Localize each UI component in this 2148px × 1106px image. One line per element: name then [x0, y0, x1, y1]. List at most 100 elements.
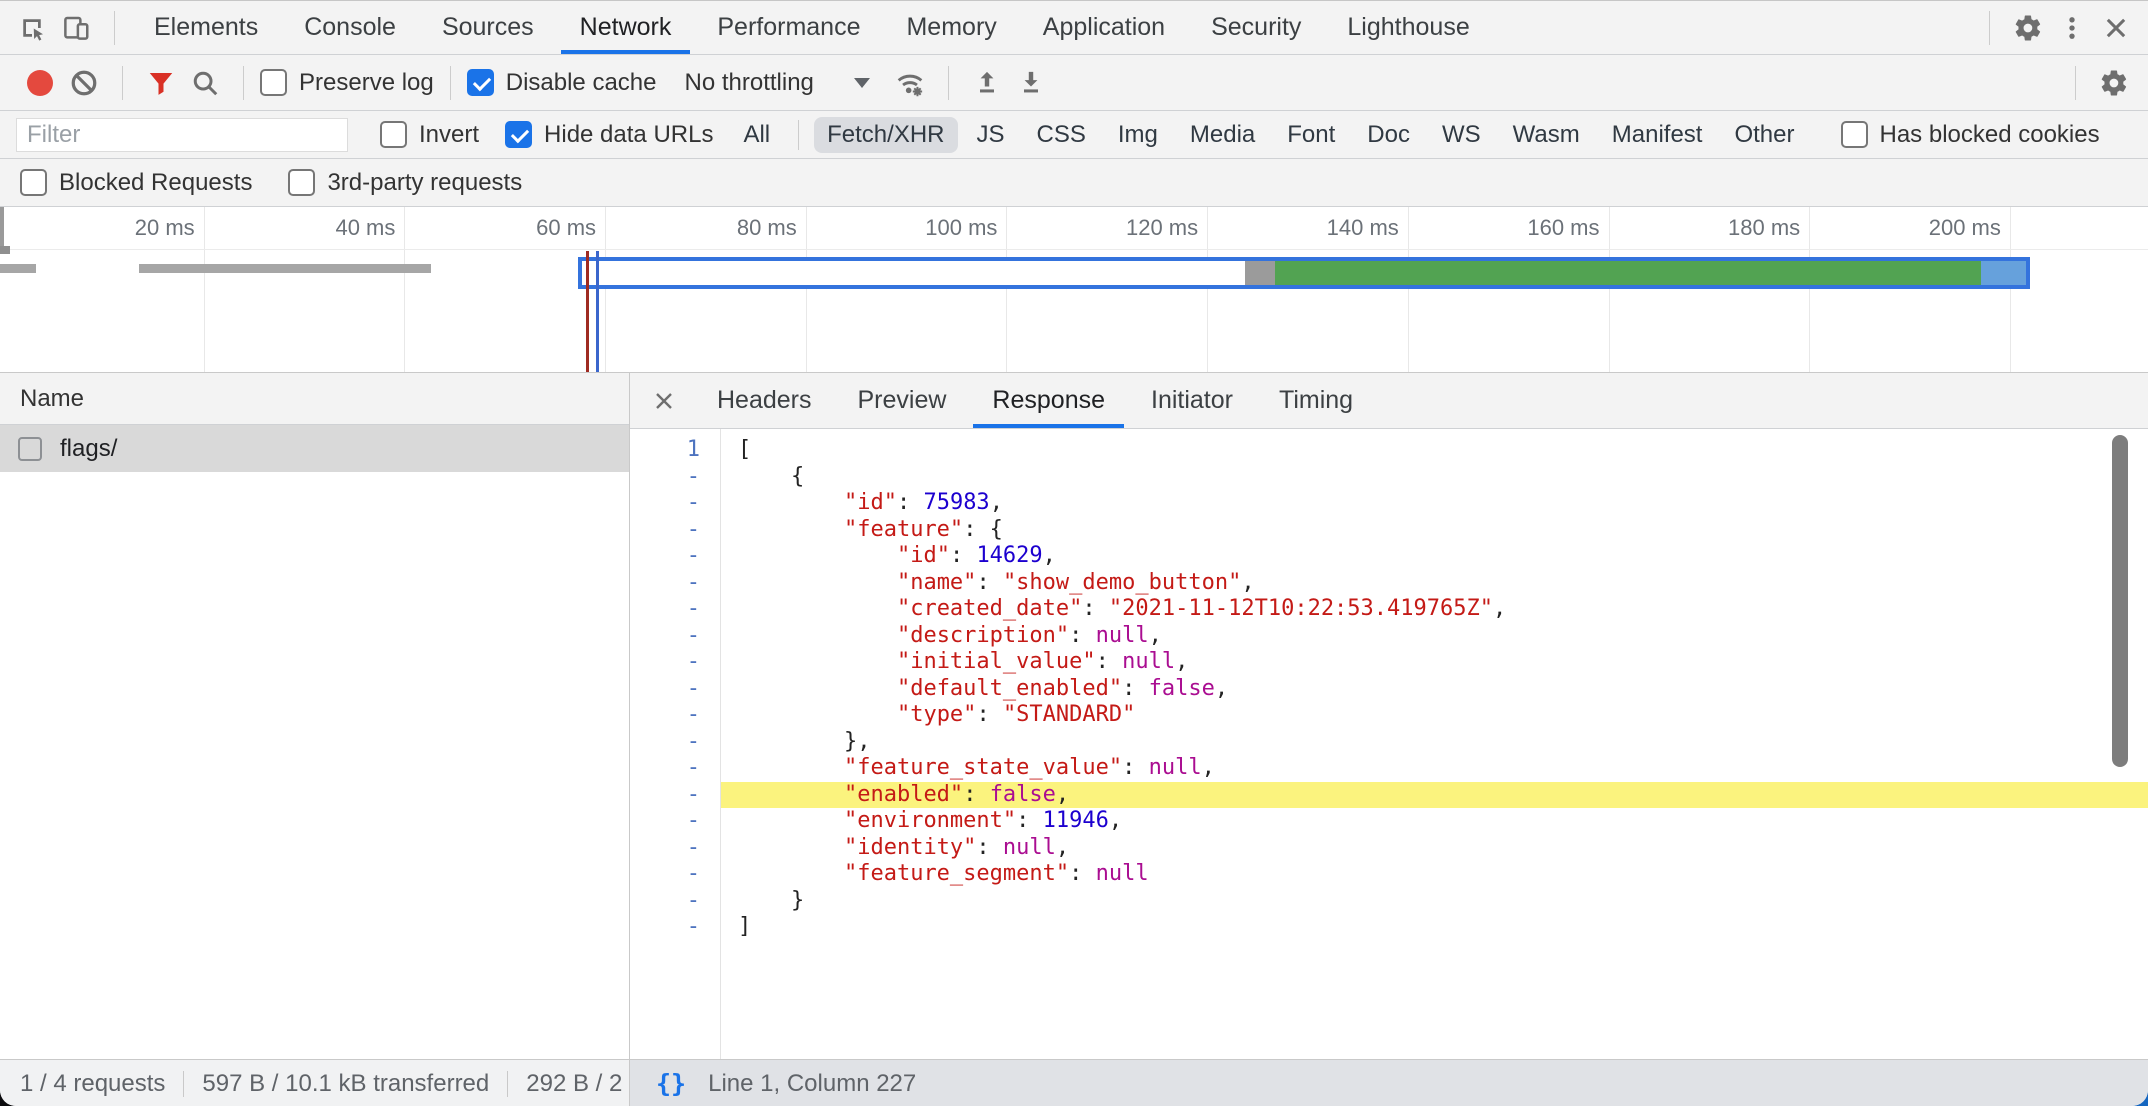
close-devtools-icon[interactable] [2094, 6, 2138, 50]
filter-type-other[interactable]: Other [1721, 117, 1807, 153]
scrollbar-thumb[interactable] [2112, 435, 2128, 767]
token: ] [738, 914, 751, 939]
network-settings-gear-icon[interactable] [2092, 61, 2136, 105]
invert-checkbox[interactable]: Invert [380, 121, 479, 149]
filter-input[interactable] [16, 118, 348, 152]
filter-type-all[interactable]: All [730, 117, 783, 153]
token: , [1241, 570, 1254, 595]
tab-performance[interactable]: Performance [694, 1, 883, 54]
line-number: - [630, 782, 720, 809]
throttling-dropdown[interactable]: No throttling [684, 69, 869, 97]
device-toolbar-icon[interactable] [54, 6, 98, 50]
export-har-icon[interactable] [1009, 61, 1053, 105]
filter-type-img[interactable]: Img [1105, 117, 1171, 153]
tab-sources[interactable]: Sources [419, 1, 557, 54]
pretty-print-icon[interactable]: {} [656, 1069, 686, 1098]
clear-icon[interactable] [62, 61, 106, 105]
code-text: { [720, 464, 2148, 491]
third-party-requests-checkbox[interactable]: 3rd-party requests [288, 169, 522, 197]
ruler-tick: 120 ms [1007, 207, 1208, 372]
options-row: Blocked Requests 3rd-party requests [0, 159, 2148, 207]
detail-tab-headers[interactable]: Headers [694, 373, 835, 428]
ruler-tick: 180 ms [1610, 207, 1811, 372]
has-blocked-cookies-checkbox[interactable]: Has blocked cookies [1841, 121, 2100, 149]
code-text: "type": "STANDARD" [720, 702, 2148, 729]
filter-type-ws[interactable]: WS [1429, 117, 1494, 153]
preserve-log-checkbox[interactable]: Preserve log [260, 69, 434, 97]
blocked-requests-checkbox[interactable]: Blocked Requests [20, 169, 252, 197]
token [738, 490, 844, 515]
token [738, 543, 897, 568]
divider [507, 1071, 508, 1097]
detail-tab-preview[interactable]: Preview [835, 373, 970, 428]
line-number: - [630, 702, 720, 729]
tab-console[interactable]: Console [281, 1, 419, 54]
code-text: }, [720, 729, 2148, 756]
tab-application[interactable]: Application [1020, 1, 1188, 54]
network-conditions-icon[interactable] [888, 61, 932, 105]
network-overview[interactable]: 20 ms40 ms60 ms80 ms100 ms120 ms140 ms16… [0, 207, 2148, 373]
token: 11946 [1043, 808, 1109, 833]
checkbox[interactable] [288, 169, 315, 196]
inspect-icon[interactable] [10, 6, 54, 50]
request-detail-panel: HeadersPreviewResponseInitiatorTiming 1[… [630, 373, 2148, 1059]
line-number: - [630, 517, 720, 544]
import-har-icon[interactable] [965, 61, 1009, 105]
close-detail-icon[interactable] [630, 389, 694, 413]
record-icon[interactable] [18, 61, 62, 105]
detail-tab-initiator[interactable]: Initiator [1128, 373, 1256, 428]
code-line: - "enabled": false, [630, 782, 2148, 809]
resource-type-filters: All Fetch/XHRJSCSSImgMediaFontDocWSWasmMa… [727, 117, 1810, 153]
checkbox[interactable] [467, 69, 494, 96]
tab-lighthouse[interactable]: Lighthouse [1324, 1, 1492, 54]
checkbox[interactable] [20, 169, 47, 196]
divider [798, 120, 799, 150]
request-bar [139, 264, 431, 273]
filter-type-js[interactable]: JS [964, 117, 1018, 153]
request-row-flags[interactable]: flags/ [0, 425, 629, 472]
more-menu-icon[interactable] [2050, 6, 2094, 50]
request-checkbox[interactable] [18, 437, 42, 461]
filter-type-doc[interactable]: Doc [1354, 117, 1423, 153]
token: , [1043, 543, 1056, 568]
checkbox[interactable] [505, 121, 532, 148]
detail-tab-timing[interactable]: Timing [1256, 373, 1376, 428]
name-column-header[interactable]: Name [0, 373, 629, 425]
filter-type-manifest[interactable]: Manifest [1599, 117, 1716, 153]
line-number: - [630, 835, 720, 862]
token [738, 596, 897, 621]
checkbox[interactable] [1841, 121, 1868, 148]
line-number: - [630, 570, 720, 597]
settings-gear-icon[interactable] [2006, 6, 2050, 50]
filter-funnel-icon[interactable] [139, 61, 183, 105]
detail-tab-response[interactable]: Response [969, 373, 1128, 428]
search-icon[interactable] [183, 61, 227, 105]
code-line: - "feature": { [630, 517, 2148, 544]
third-party-requests-label: 3rd-party requests [327, 169, 522, 197]
tab-elements[interactable]: Elements [131, 1, 281, 54]
has-blocked-cookies-label: Has blocked cookies [1880, 121, 2100, 149]
checkbox[interactable] [380, 121, 407, 148]
token: "description" [897, 623, 1069, 648]
preserve-log-label: Preserve log [299, 69, 434, 97]
waterfall-stalled-segment [1245, 261, 1275, 285]
tab-memory[interactable]: Memory [883, 1, 1019, 54]
code-text: } [720, 888, 2148, 915]
filter-type-wasm[interactable]: Wasm [1500, 117, 1593, 153]
selected-request-bar[interactable] [578, 257, 2030, 289]
checkbox[interactable] [260, 69, 287, 96]
token: "2021-11-12T10:22:53.419765Z" [1109, 596, 1493, 621]
tab-network[interactable]: Network [557, 1, 695, 54]
hide-data-urls-checkbox[interactable]: Hide data URLs [505, 121, 713, 149]
filter-type-font[interactable]: Font [1274, 117, 1348, 153]
filter-type-media[interactable]: Media [1177, 117, 1268, 153]
filter-type-css[interactable]: CSS [1024, 117, 1099, 153]
disable-cache-checkbox[interactable]: Disable cache [467, 69, 657, 97]
token: "enabled" [844, 782, 963, 807]
line-number: - [630, 676, 720, 703]
token: : [976, 835, 1003, 860]
tab-security[interactable]: Security [1188, 1, 1324, 54]
load-event-line [586, 251, 589, 372]
token: , [1056, 835, 1069, 860]
filter-type-fetch-xhr[interactable]: Fetch/XHR [814, 117, 957, 153]
